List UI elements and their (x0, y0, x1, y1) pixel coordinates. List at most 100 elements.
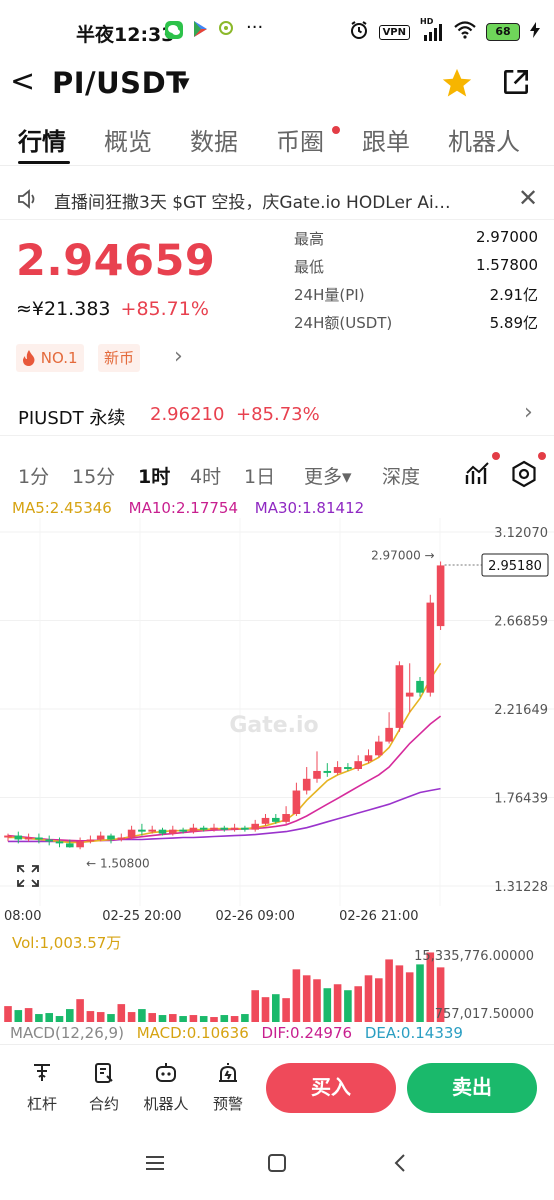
candle-body (169, 829, 177, 834)
macd-legend: MACD(12,26,9) MACD:0.10636 DIF:0.24976 D… (10, 1024, 471, 1044)
stat-value: 2.97000 (475, 228, 538, 246)
menu-icon[interactable] (144, 1152, 166, 1178)
pair-title[interactable]: PI/USDT (52, 66, 186, 100)
alarm-icon (349, 20, 369, 44)
volume-bar (323, 988, 332, 1022)
chevron-down-icon[interactable]: ▼ (178, 74, 190, 92)
interval-1m[interactable]: 1分 (18, 462, 49, 489)
y-tick-label: 1.31228 (494, 880, 548, 895)
notification-dot (538, 452, 546, 460)
stat-value: 1.57800 (475, 256, 538, 274)
depth-tab[interactable]: 深度 (382, 462, 420, 489)
contract-label: 合约 (88, 1095, 119, 1113)
volume-bar (375, 978, 383, 1022)
candle-body (86, 839, 95, 842)
candle-body (107, 835, 115, 840)
alert-button[interactable]: 预警 (200, 1061, 256, 1114)
last-price: 2.94659 (16, 236, 216, 286)
interval-4h[interactable]: 4时 (190, 462, 221, 489)
macd-value: MACD:0.10636 (136, 1024, 249, 1042)
share-icon[interactable] (500, 66, 532, 102)
volume-bar (385, 959, 393, 1022)
volume-bar (4, 1006, 12, 1022)
candle-body (210, 827, 218, 830)
tab-overview[interactable]: 概览 (104, 122, 152, 157)
candle-body (96, 835, 105, 840)
ma30-value: MA30:1.81412 (254, 499, 365, 517)
volume-bar (24, 1008, 33, 1022)
back-nav-icon[interactable] (390, 1152, 412, 1178)
volume-bar (86, 1011, 95, 1022)
back-button[interactable]: < (10, 64, 35, 100)
status-time: 半夜12:33 (76, 24, 175, 46)
tab-data[interactable]: 数据 (190, 122, 238, 157)
price-cny: ≈¥21.383 (16, 298, 111, 320)
candle-body (179, 829, 187, 832)
buy-button[interactable]: 买入 (266, 1063, 396, 1113)
active-tab-indicator (18, 161, 70, 164)
volume-bar (416, 964, 424, 1022)
home-icon[interactable] (266, 1152, 288, 1178)
perpetual-row[interactable]: PIUSDT 永续 2.96210 +85.73% › (0, 390, 554, 436)
candle-body (199, 827, 208, 830)
volume-bar (405, 972, 414, 1022)
announcement-text[interactable]: 直播间狂撒3天 $GT 空投，庆Gate.io HODLer Ai… (54, 188, 494, 213)
volume-bar (14, 1010, 23, 1022)
price-change: +85.71% (120, 298, 209, 320)
speaker-icon (16, 188, 40, 214)
perp-price: 2.96210 (150, 404, 225, 425)
tab-community[interactable]: 币圈 (276, 122, 324, 157)
announcement-bar[interactable]: 直播间狂撒3天 $GT 空投，庆Gate.io HODLer Ai… ✕ (0, 176, 554, 220)
rank-badge[interactable]: NO.1 (16, 344, 84, 372)
candle-body (189, 827, 198, 832)
stat-label: 24H量(PI) (294, 286, 365, 304)
chart-canvas[interactable]: Gate.io 3.12070 2.66859 2.21649 1.76439 1.31… (0, 518, 554, 930)
interval-1h[interactable]: 1时 (138, 462, 170, 489)
candle-body (24, 837, 33, 840)
close-icon[interactable]: ✕ (518, 184, 538, 212)
contract-button[interactable]: 合约 (76, 1061, 132, 1114)
volume-bar (127, 1012, 136, 1022)
interval-1d[interactable]: 1日 (244, 462, 275, 489)
volume-bar (220, 1015, 229, 1022)
interval-more[interactable]: 更多▾ (304, 462, 352, 489)
chevron-right-icon[interactable]: › (174, 344, 183, 369)
candlestick-chart[interactable]: Gate.io 3.12070 2.66859 2.21649 1.76439 1.31… (0, 518, 554, 930)
vol-tick-low: 757,017.50000 (435, 1007, 534, 1022)
x-tick-label: 02-26 09:00 (216, 909, 295, 924)
robot-icon (154, 1063, 178, 1089)
volume-bar (272, 994, 280, 1022)
ma5-value: MA5:2.45346 (12, 499, 112, 517)
alert-label: 预警 (212, 1095, 243, 1113)
volume-bar (251, 990, 259, 1022)
volume-bar (230, 1016, 239, 1022)
volume-bar (189, 1015, 198, 1022)
app-icon (218, 20, 234, 42)
chevron-right-icon[interactable]: › (524, 400, 533, 425)
robot-button[interactable]: 机器人 (138, 1061, 194, 1114)
indicator-icon[interactable] (464, 460, 492, 492)
fullscreen-icon[interactable] (16, 864, 40, 892)
candle-body (230, 827, 239, 830)
watermark: Gate.io (229, 713, 318, 738)
candle-body (436, 565, 445, 627)
leverage-button[interactable]: 杠杆 (14, 1061, 70, 1114)
settings-hex-icon[interactable] (510, 460, 538, 492)
candle-body (302, 778, 311, 791)
stat-turnover: 24H额(USDT) 5.89亿 (294, 312, 538, 336)
ma10-line (7, 715, 442, 842)
favorite-star-icon[interactable] (440, 66, 474, 104)
volume-bar (55, 1016, 64, 1022)
tab-market[interactable]: 行情 (18, 122, 66, 157)
y-tick-label: 2.66859 (494, 615, 548, 630)
tab-copy-trade[interactable]: 跟单 (362, 122, 410, 157)
ma30-line (8, 787, 441, 843)
leverage-icon (30, 1064, 54, 1089)
sell-button[interactable]: 卖出 (407, 1063, 537, 1113)
price-subline: ≈¥21.383 +85.71% (16, 298, 209, 320)
interval-15m[interactable]: 15分 (72, 462, 115, 489)
new-coin-badge[interactable]: 新币 (98, 344, 141, 372)
tab-bot[interactable]: 机器人 (448, 122, 520, 157)
notification-dot (492, 452, 500, 460)
candle-body (117, 837, 126, 840)
